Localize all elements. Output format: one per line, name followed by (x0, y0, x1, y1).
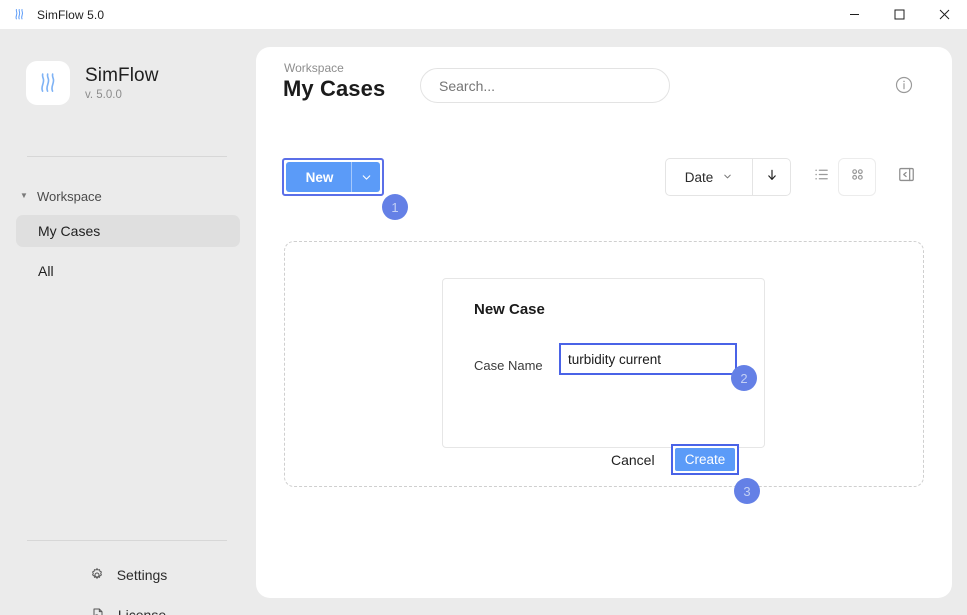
annotation-badge-1: 1 (382, 194, 408, 220)
sidebar-item-license[interactable]: License (0, 601, 256, 615)
case-name-label: Case Name (474, 358, 543, 373)
chevron-down-icon[interactable] (352, 171, 380, 184)
sort-direction-button[interactable] (752, 159, 790, 195)
sort-control-group: Date (665, 158, 791, 196)
info-circle-icon[interactable] (894, 75, 914, 95)
gear-icon (89, 567, 106, 584)
case-name-input-highlight (559, 343, 737, 375)
sidebar-item-label: All (38, 263, 54, 279)
sidebar-item-all[interactable]: All (16, 255, 240, 287)
arrow-down-icon (765, 168, 779, 187)
sidebar-group-label: Workspace (37, 189, 102, 204)
breadcrumb: Workspace (284, 61, 344, 75)
list-icon (813, 166, 830, 188)
create-button-highlight: Create (671, 444, 739, 475)
brand-name: SimFlow (85, 65, 159, 86)
brand-version: v. 5.0.0 (85, 89, 159, 101)
title-bar: SimFlow 5.0 (0, 0, 967, 29)
sidebar-item-settings[interactable]: Settings (0, 561, 256, 589)
create-button[interactable]: Create (675, 448, 735, 471)
minimize-button[interactable] (832, 0, 877, 29)
new-button[interactable]: New (286, 162, 380, 192)
sidebar-item-my-cases[interactable]: My Cases (16, 215, 240, 247)
sort-field-dropdown[interactable]: Date (666, 159, 752, 195)
collapse-panel-icon (897, 165, 916, 189)
main-panel: Workspace My Cases New (256, 47, 952, 598)
close-button[interactable] (922, 0, 967, 29)
caret-down-icon: ▼ (20, 192, 30, 200)
panel-toggle-button[interactable] (887, 158, 925, 196)
sidebar-divider-bottom (27, 540, 227, 541)
chevron-down-icon (722, 170, 733, 185)
certificate-icon (90, 607, 107, 615)
sidebar: SimFlow v. 5.0.0 ▼ Workspace My Cases Al… (0, 29, 256, 615)
list-view-button[interactable] (802, 158, 840, 196)
sidebar-bottom-label: Settings (117, 567, 168, 583)
sidebar-divider-top (27, 156, 227, 157)
case-name-input[interactable] (561, 345, 735, 373)
page-title: My Cases (283, 76, 385, 102)
sidebar-bottom-label: License (118, 607, 166, 615)
sidebar-group-workspace[interactable]: ▼ Workspace (20, 186, 230, 206)
dialog-title: New Case (474, 301, 545, 318)
search-input[interactable] (420, 68, 670, 103)
simflow-wave-icon (11, 7, 27, 23)
new-button-highlight: New (282, 158, 384, 196)
new-button-label: New (286, 170, 351, 185)
sidebar-item-label: My Cases (38, 223, 100, 239)
annotation-badge-2: 2 (731, 365, 757, 391)
simflow-wave-icon (26, 61, 70, 105)
toolbar: New 1 Date (256, 148, 952, 208)
grid-view-button[interactable] (838, 158, 876, 196)
app-window: SimFlow 5.0 (0, 0, 967, 615)
new-case-dialog: New Case Case Name Cancel Create (442, 278, 765, 448)
window-controls (832, 0, 967, 29)
grid-icon (849, 166, 866, 188)
maximize-button[interactable] (877, 0, 922, 29)
sort-field-label: Date (685, 170, 714, 185)
annotation-badge-3: 3 (734, 478, 760, 504)
panel-header: Workspace My Cases (256, 47, 952, 123)
window-title: SimFlow 5.0 (37, 8, 104, 22)
brand: SimFlow v. 5.0.0 (26, 61, 159, 105)
cancel-button[interactable]: Cancel (611, 452, 655, 468)
